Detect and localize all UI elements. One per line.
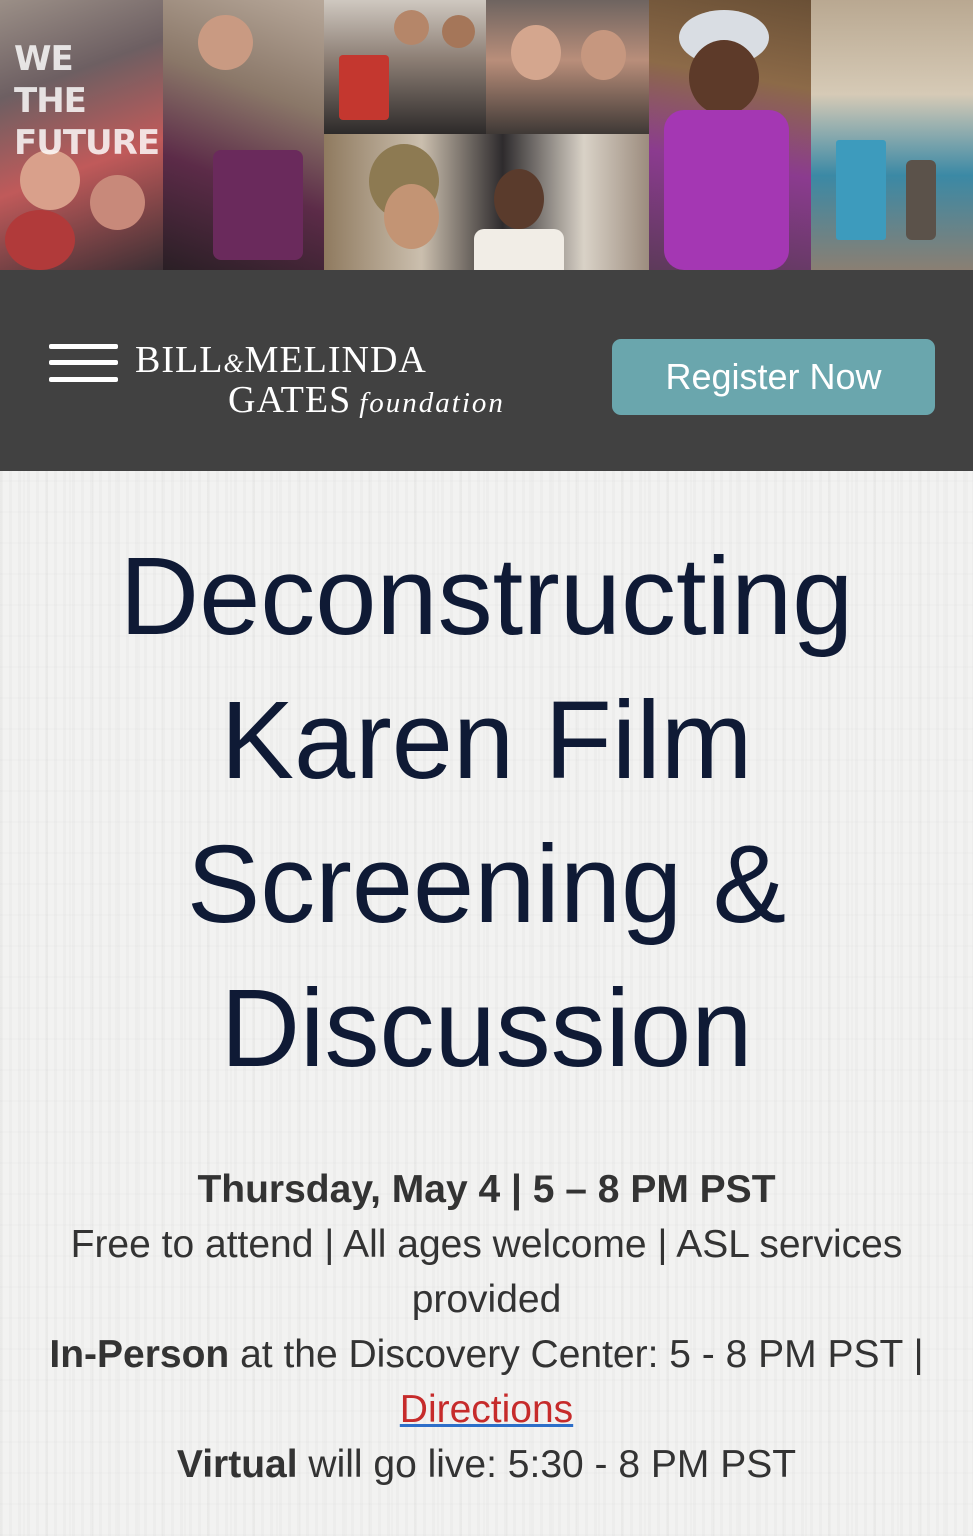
event-title: Deconstructing Karen Film Screening & Di… [119,535,854,1090]
event-details: Thursday, May 4 | 5 – 8 PM PST Free to a… [40,1162,933,1492]
speaker-microphone-photo [649,0,811,270]
logo-melinda: MELINDA [244,339,427,381]
directions-link[interactable]: Directions [400,1388,573,1431]
teens-holding-book-photo [324,0,486,134]
logo-gates: GATES [228,379,352,421]
event-date: Thursday, May 4 | 5 – 8 PM PST [197,1168,776,1211]
logo-foundation: foundation [359,387,505,419]
in-person-text: at the Discovery Center: 5 - 8 PM PST | [229,1333,924,1376]
hero-photo-collage: WE THE FUTURE [0,0,973,270]
logo-bill: BILL [135,339,224,381]
gates-foundation-logo[interactable]: BILL&MELINDA GATES foundation [135,338,525,421]
site-header: BILL&MELINDA GATES foundation Register No… [0,270,973,471]
hamburger-menu-icon[interactable] [49,344,118,384]
in-person-info: In-Person at the Discovery Center: 5 - 8… [40,1327,933,1437]
register-now-button[interactable]: Register Now [612,339,935,415]
group-selfie-photo [486,0,649,134]
logo-ampersand: & [223,349,245,378]
in-person-label: In-Person [49,1333,230,1376]
virtual-text: will go live: 5:30 - 8 PM PST [297,1443,797,1486]
virtual-label: Virtual [176,1443,298,1486]
wall-mural-crowd-photo: WE THE FUTURE [0,0,163,270]
virtual-info: Virtual will go live: 5:30 - 8 PM PST [40,1437,933,1492]
students-listening-photo [324,134,649,270]
event-content: Deconstructing Karen Film Screening & Di… [0,471,973,1536]
volunteer-tshirt-photo [163,0,324,270]
event-access-info: Free to attend | All ages welcome | ASL … [70,1223,903,1321]
we-the-future-text: WE THE FUTURE [14,39,160,163]
museum-hallway-photo [811,0,973,270]
